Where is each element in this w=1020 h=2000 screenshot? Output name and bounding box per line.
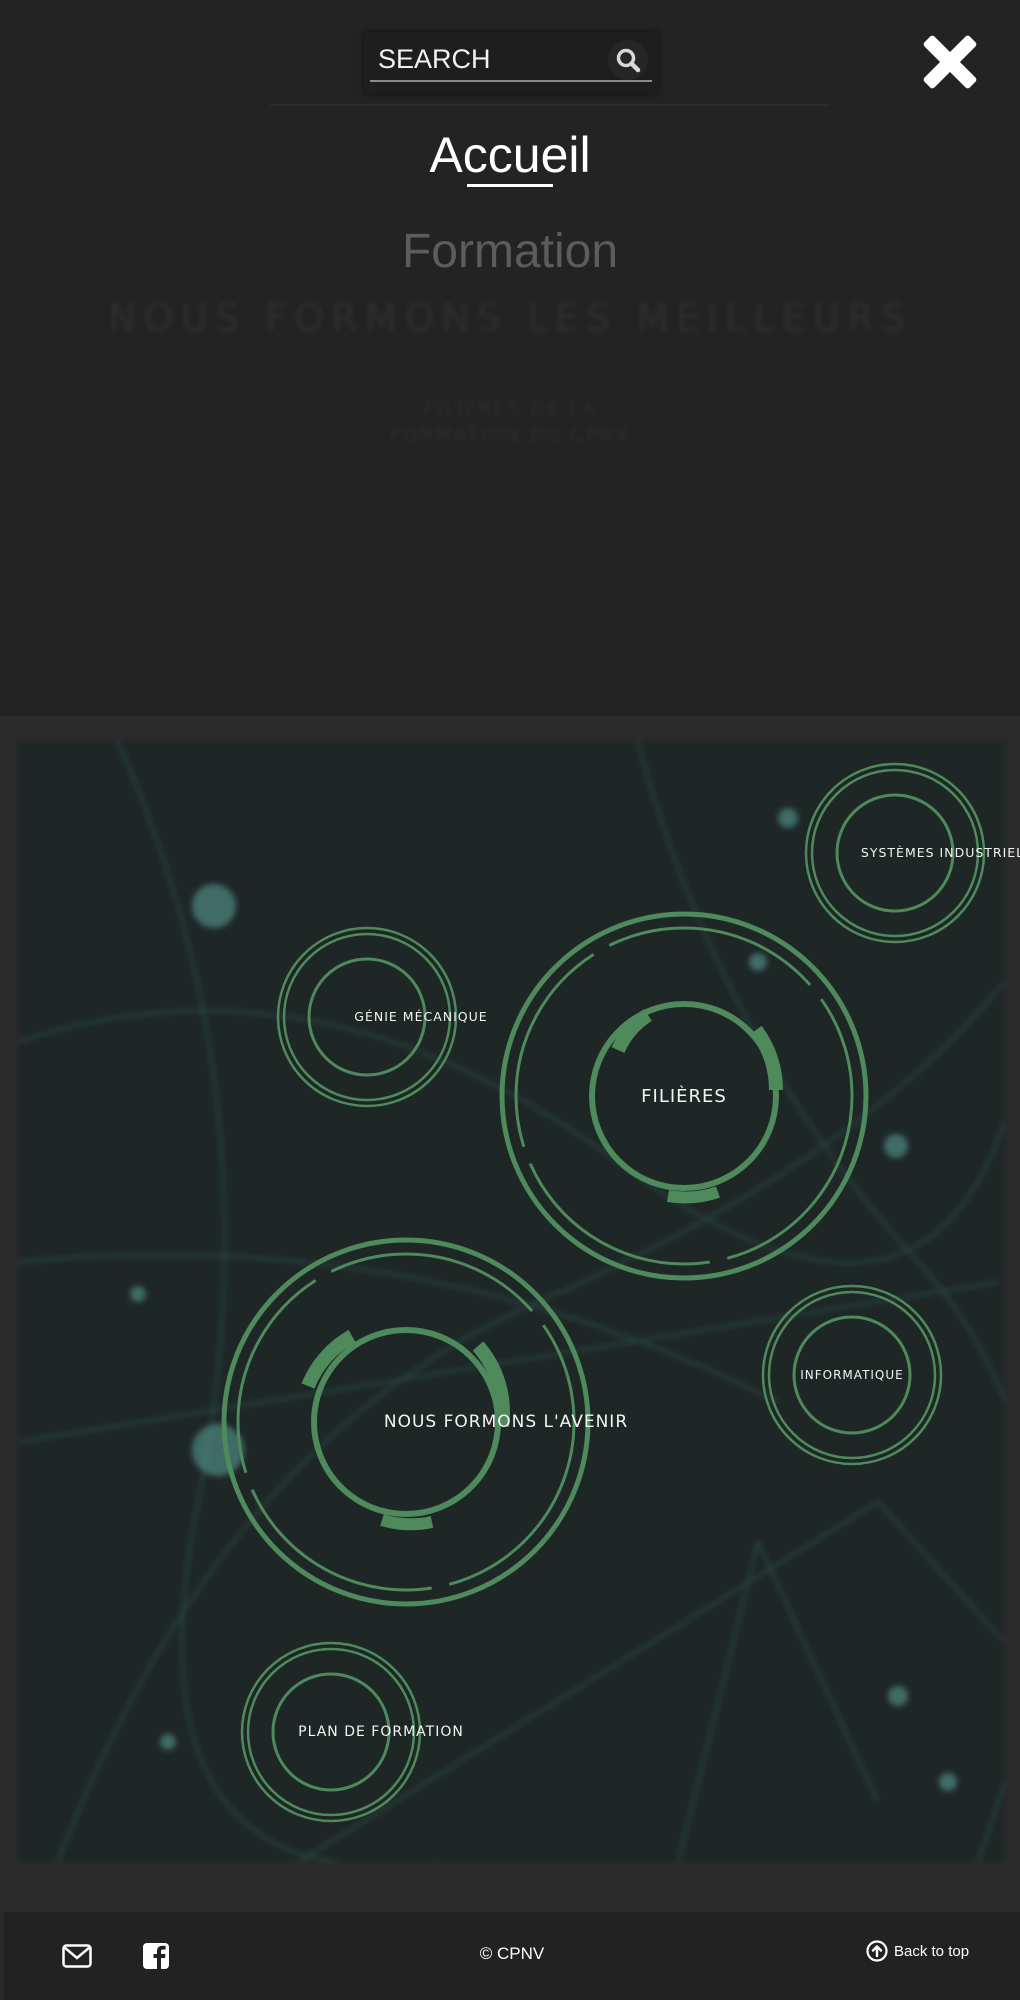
- search-button[interactable]: [608, 40, 648, 80]
- menu-item-accueil[interactable]: Accueil: [0, 126, 1020, 184]
- node-label: PLAN DE FORMATION: [298, 1723, 464, 1740]
- node-informatique[interactable]: INFORMATIQUE: [760, 1283, 944, 1467]
- node-label: FILIÈRES: [641, 1085, 727, 1107]
- background-subtitle: FILIÈRES DE LA FORMATION DU CPNV: [0, 396, 1020, 448]
- background-subtitle-line1: FILIÈRES DE LA: [423, 398, 597, 420]
- node-genie-mecanique[interactable]: GÉNIE MÉCANIQUE: [275, 925, 487, 1109]
- active-underline: [467, 184, 553, 187]
- node-plan-de-formation[interactable]: PLAN DE FORMATION: [239, 1640, 463, 1824]
- node-label: NOUS FORMONS L'AVENIR: [383, 1412, 629, 1432]
- menu-item-formation[interactable]: Formation: [0, 224, 1020, 279]
- node-nous-formons[interactable]: NOUS FORMONS L'AVENIR: [220, 1236, 627, 1608]
- arrow-up-circle-icon: [866, 1940, 888, 1962]
- search-bar: [364, 32, 658, 94]
- back-to-top-link[interactable]: Back to top: [866, 1940, 969, 1962]
- background-title: NOUS FORMONS LES MEILLEURS: [108, 296, 912, 340]
- node-label: INFORMATIQUE: [800, 1368, 904, 1382]
- search-icon: [616, 48, 641, 73]
- close-menu-button[interactable]: [922, 34, 978, 90]
- footer: © CPNV Back to top: [4, 1912, 1020, 2000]
- filieres-network: SYSTÈMES INDUSTRIELS GÉNIE MÉCANIQUE FIL…: [0, 716, 1020, 1910]
- menu-overlay: NOUS FORMONS LES MEILLEURS FILIÈRES DE L…: [0, 0, 1020, 716]
- background-subtitle-line2: FORMATION DU CPNV: [390, 424, 630, 446]
- background-divider: [270, 104, 830, 106]
- back-to-top-label: Back to top: [894, 1942, 970, 1960]
- node-filieres[interactable]: FILIÈRES: [498, 910, 870, 1282]
